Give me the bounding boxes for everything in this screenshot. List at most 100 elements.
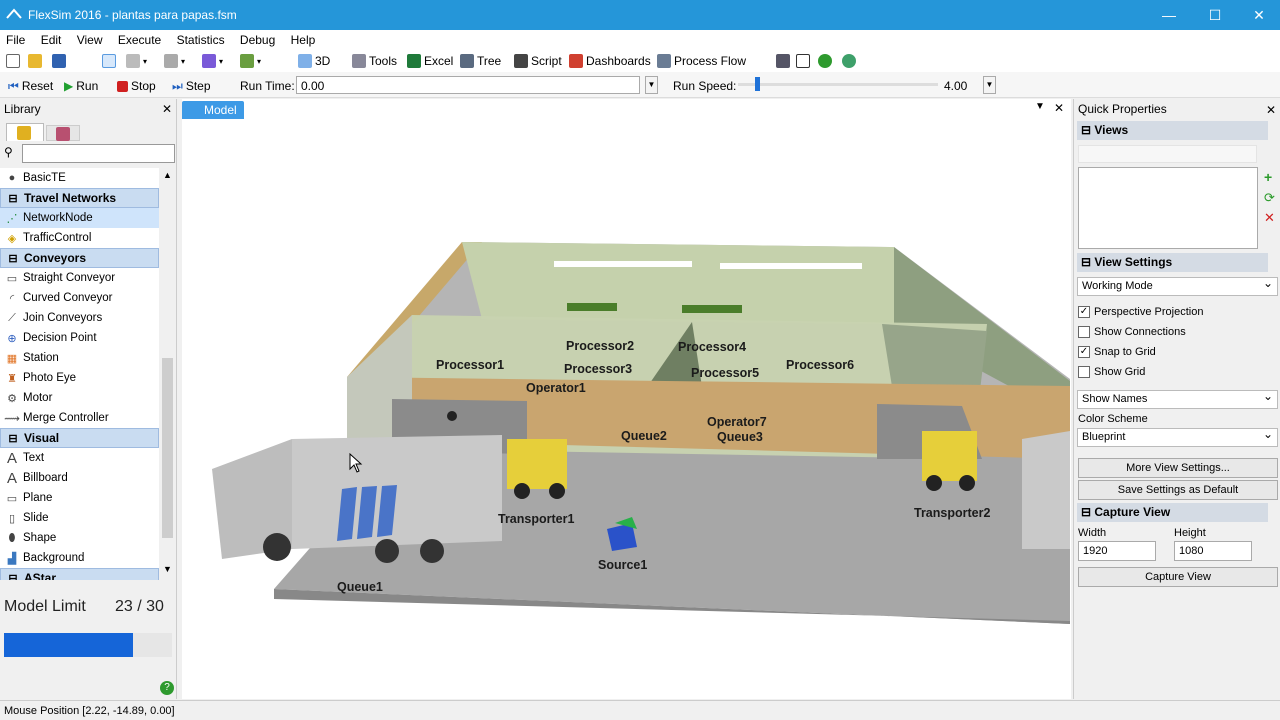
library-item-trafficcontrol[interactable]: ◈ TrafficControl: [0, 228, 159, 248]
billboard-icon: A: [6, 469, 17, 487]
menu-help[interactable]: Help: [285, 30, 322, 47]
pointer-mode-icon[interactable]: [102, 53, 116, 69]
minimize-button[interactable]: —: [1146, 0, 1192, 30]
dashboards-button[interactable]: Dashboards: [569, 53, 651, 69]
library-tab-objects[interactable]: [6, 123, 44, 141]
library-item-station[interactable]: ▦ Station: [0, 348, 159, 368]
capture-height-input[interactable]: 1080: [1174, 541, 1252, 561]
library-item-plane[interactable]: ▭ Plane: [0, 488, 159, 508]
model-3d-scene[interactable]: [182, 119, 1071, 696]
views-section-header[interactable]: ⊟ Views: [1077, 121, 1268, 140]
script-button[interactable]: Script: [514, 53, 562, 69]
add-view-icon[interactable]: +: [1264, 169, 1272, 185]
tools-button[interactable]: Tools: [352, 53, 397, 69]
library-item-join-conveyors[interactable]: ⟋ Join Conveyors: [0, 308, 159, 328]
run-time-dropdown[interactable]: ▼: [645, 76, 658, 94]
library-item-label: Photo Eye: [23, 372, 77, 384]
library-item-decision-point[interactable]: ⊕ Decision Point: [0, 328, 159, 348]
library-category-visual[interactable]: ⊟ Visual: [0, 428, 159, 448]
library-category-conveyors[interactable]: ⊟ Conveyors: [0, 248, 159, 268]
show-names-select[interactable]: Show Names: [1077, 389, 1278, 409]
run-button[interactable]: ▶ Run: [64, 78, 98, 94]
delete-view-icon[interactable]: ✕: [1264, 210, 1275, 226]
library-search-input[interactable]: [22, 144, 175, 163]
model-close-icon[interactable]: ✕: [1054, 101, 1064, 115]
show-grid-checkbox[interactable]: Show Grid: [1078, 366, 1145, 378]
run-time-field[interactable]: 0.00: [296, 76, 640, 94]
excel-button[interactable]: Excel: [407, 53, 453, 69]
library-item-curved-conveyor[interactable]: ◜ Curved Conveyor: [0, 288, 159, 308]
color-scheme-select[interactable]: Blueprint: [1077, 427, 1278, 447]
select-mode-icon[interactable]: ▾: [164, 53, 185, 69]
library-item-merge-controller[interactable]: ⟿ Merge Controller: [0, 408, 159, 428]
library-scrollbar[interactable]: ▲ ▼: [160, 168, 175, 580]
library-category-astar[interactable]: ⊟ AStar: [0, 568, 159, 580]
step-button[interactable]: ⏭ Step: [172, 78, 211, 94]
process-flow-button[interactable]: Process Flow: [657, 53, 746, 69]
capture-width-input[interactable]: 1920: [1078, 541, 1156, 561]
quick-properties-close-icon[interactable]: ✕: [1266, 103, 1276, 117]
help-icon[interactable]: ?: [160, 681, 174, 695]
save-settings-default-button[interactable]: Save Settings as Default: [1078, 480, 1278, 500]
reset-button[interactable]: ⏮ Reset: [8, 78, 53, 94]
capture-view-button[interactable]: Capture View: [1078, 567, 1278, 587]
menu-file[interactable]: File: [0, 30, 31, 47]
library-item-motor[interactable]: ⚙ Motor: [0, 388, 159, 408]
open-icon[interactable]: [28, 53, 42, 69]
library-item-straight-conveyor[interactable]: ▭ Straight Conveyor: [0, 268, 159, 288]
view-name-field[interactable]: [1078, 145, 1257, 163]
close-button[interactable]: ✕: [1236, 0, 1280, 30]
library-tab-tools[interactable]: [46, 125, 80, 141]
model-menu-icon[interactable]: ▼: [1035, 101, 1045, 112]
color-icon[interactable]: ▾: [202, 53, 223, 69]
run-speed-slider-thumb[interactable]: [755, 77, 760, 91]
window-icon[interactable]: [796, 53, 810, 69]
help-icon[interactable]: [818, 53, 832, 69]
new-icon[interactable]: [6, 53, 20, 69]
show-connections-checkbox[interactable]: Show Connections: [1078, 326, 1186, 338]
decision-point-icon: ⊕: [7, 332, 17, 345]
stop-icon: [117, 80, 128, 92]
library-item-photo-eye[interactable]: ♜ Photo Eye: [0, 368, 159, 388]
color-scheme-label: Color Scheme: [1078, 413, 1148, 425]
save-icon[interactable]: [52, 53, 66, 69]
process-flow-icon: [657, 54, 671, 68]
globe-icon[interactable]: [842, 53, 856, 69]
run-speed-dropdown[interactable]: ▼: [983, 76, 996, 94]
menu-view[interactable]: View: [71, 30, 109, 47]
tree-button[interactable]: Tree: [460, 53, 501, 69]
working-mode-select[interactable]: Working Mode: [1077, 276, 1278, 296]
library-category-travel-networks[interactable]: ⊟ Travel Networks: [0, 188, 159, 208]
library-item-shape[interactable]: ⬮ Shape: [0, 528, 159, 548]
connect-mode-icon[interactable]: ▾: [126, 53, 147, 69]
menu-execute[interactable]: Execute: [112, 30, 167, 47]
snap-to-grid-checkbox[interactable]: ✓ Snap to Grid: [1078, 346, 1156, 358]
collapse-icon: ⊟: [8, 192, 18, 205]
sphere-icon: ●: [8, 172, 16, 184]
tree-icon: [460, 54, 474, 68]
menu-edit[interactable]: Edit: [35, 30, 68, 47]
run-speed-slider[interactable]: [738, 83, 938, 86]
library-item-text[interactable]: A Text: [0, 448, 159, 468]
library-item-slide[interactable]: ▯ Slide: [0, 508, 159, 528]
library-item-basicte[interactable]: ● BasicTE: [0, 168, 159, 188]
library-item-billboard[interactable]: A Billboard: [0, 468, 159, 488]
library-item-networknode[interactable]: ⋰ NetworkNode: [0, 208, 159, 228]
library-item-label: Travel Networks: [24, 191, 117, 205]
library-close-icon[interactable]: ✕: [162, 102, 172, 116]
view-3d-button[interactable]: 3D: [298, 53, 330, 69]
views-list[interactable]: [1078, 167, 1258, 249]
library-item-background[interactable]: ▟ Background: [0, 548, 159, 568]
network-icon[interactable]: [776, 53, 790, 69]
perspective-projection-checkbox[interactable]: ✓ Perspective Projection: [1078, 306, 1203, 318]
capture-view-section-header[interactable]: ⊟ Capture View: [1077, 503, 1268, 522]
more-view-settings-button[interactable]: More View Settings...: [1078, 458, 1278, 478]
stop-button[interactable]: Stop: [117, 78, 156, 94]
tab-model[interactable]: Model: [182, 101, 244, 119]
layout-icon[interactable]: ▾: [240, 53, 261, 69]
maximize-button[interactable]: ☐: [1192, 0, 1238, 30]
menu-debug[interactable]: Debug: [234, 30, 281, 47]
view-settings-section-header[interactable]: ⊟ View Settings: [1077, 253, 1268, 272]
menu-statistics[interactable]: Statistics: [171, 30, 231, 47]
refresh-view-icon[interactable]: ⟳: [1264, 190, 1275, 206]
